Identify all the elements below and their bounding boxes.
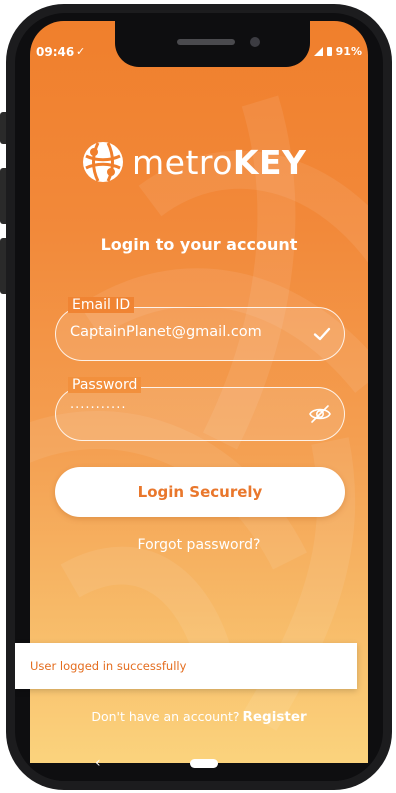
brand-name-light: metro: [132, 142, 233, 182]
email-value[interactable]: CaptainPlanet@gmail.com: [70, 324, 262, 340]
notification-icons: ✓: [76, 45, 85, 58]
email-field[interactable]: Email ID CaptainPlanet@gmail.com: [55, 297, 345, 361]
login-button[interactable]: Login Securely: [55, 467, 345, 517]
success-toast: User logged in successfully: [15, 643, 357, 689]
battery-icon: [326, 47, 332, 56]
globe-key-icon: [83, 142, 123, 182]
login-heading: Login to your account: [100, 235, 298, 254]
signal-icon: [313, 47, 323, 56]
brand-name-bold: KEY: [232, 142, 307, 182]
home-icon[interactable]: [190, 759, 218, 768]
checkmark-notification-icon: ✓: [76, 45, 86, 58]
front-camera: [250, 37, 260, 47]
battery-percent: 91%: [335, 45, 362, 58]
eye-slash-icon[interactable]: [308, 402, 332, 426]
email-label: Email ID: [68, 297, 135, 313]
app-logo: metroKEY: [80, 139, 306, 185]
forgot-password-link[interactable]: Forgot password?: [30, 537, 368, 553]
password-field[interactable]: Password ···········: [55, 377, 345, 441]
register-prompt-text: Don't have an account?: [91, 709, 240, 724]
brand-name: metroKEY: [132, 143, 306, 182]
camera-notch: [115, 21, 310, 67]
status-time: 09:46: [36, 45, 75, 59]
phone-bezel: 09:46 ✓ 91% metroKEY Login to your accou…: [15, 13, 383, 781]
check-icon: [313, 327, 331, 341]
status-right-group: 91%: [313, 45, 362, 58]
register-prompt: Don't have an account? Register: [30, 709, 368, 725]
toast-message: User logged in successfully: [30, 659, 187, 673]
password-value[interactable]: ···········: [70, 401, 126, 416]
speaker-grille: [177, 39, 235, 45]
back-icon[interactable]: ‹: [95, 755, 101, 771]
register-link[interactable]: Register: [242, 709, 306, 725]
phone-frame: 09:46 ✓ 91% metroKEY Login to your accou…: [6, 4, 392, 790]
password-label: Password: [68, 377, 142, 393]
